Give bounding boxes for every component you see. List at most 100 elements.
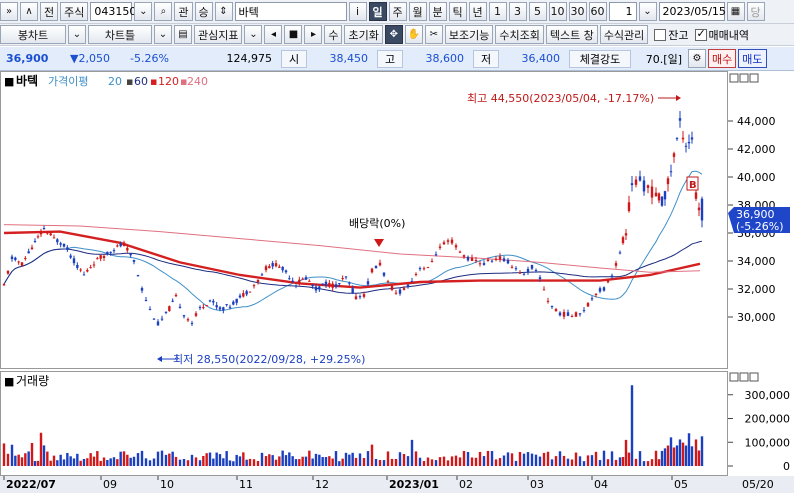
volume-bar [574,452,578,466]
candle-body [248,291,252,293]
vol-pane-close-icon[interactable] [749,372,759,382]
collapse-icon[interactable]: » [0,2,18,21]
stock-type-select[interactable]: 전 [40,2,59,21]
candle-body [586,303,590,307]
chart-frame-button[interactable]: 차트틀 [88,25,152,44]
legend-marker: ■ [4,75,14,88]
candle-body [348,282,351,284]
candle-body [687,141,691,144]
chart-toolbar: 봉차트 ⌄ 차트틀 ⌄ ▤ 관심지표 ⌄ ◂ ■ ▸ 수 초기화 ✥ ✋ ✂ 보… [0,24,794,46]
count-dropdown-icon[interactable]: ⌄ [638,2,657,21]
rise-icon[interactable]: 승 [194,2,213,21]
minute-10-button[interactable]: 10 [548,2,567,21]
period-day-tab[interactable]: 일 [368,2,387,21]
period-minute-tab[interactable]: 분 [428,2,447,21]
info-button[interactable]: i [348,2,367,21]
prev-icon[interactable]: ◂ [264,25,283,44]
reset-button[interactable]: 초기화 [344,25,383,44]
legend-ma20: 20 [108,75,122,88]
pane-maximize-icon[interactable] [729,73,739,83]
value-lookup-button[interactable]: 수치조회 [495,25,544,44]
candle-body [621,237,625,244]
balance-checkbox-box[interactable] [654,28,667,41]
period-year-tab[interactable]: 년 [468,2,487,21]
dropdown-icon[interactable]: ⌄ [134,2,153,21]
candle-body [24,257,27,259]
strength-value: 70.[일] [645,52,682,66]
trade-history-checkbox[interactable]: 매매내역 [694,27,749,43]
manual-button[interactable]: 수 [324,25,343,44]
y-tick-label: 44,000 [737,115,776,128]
volume-bar [86,458,89,466]
candle-body [654,192,658,197]
x-tick-label: 2022/07 [6,478,56,491]
volume-bar [526,452,530,466]
minute-30-button[interactable]: 30 [568,2,587,21]
stock-name-input[interactable]: 바텍 [234,2,347,21]
open-price: 38,450 [329,52,369,65]
low-annotation: 최저 28,550(2022/09/28, +29.25%) [173,353,365,366]
candle-body [190,322,194,324]
balance-checkbox[interactable]: 잔고 [654,27,689,43]
save-icon[interactable]: ▤ [174,25,192,44]
candle-body [646,185,650,188]
period-week-tab[interactable]: 주 [388,2,407,21]
candle-chart-button[interactable]: 봉차트 [0,25,66,44]
indicator-button[interactable]: 관심지표 [194,25,243,44]
y-tick-label: 34,000 [737,255,776,268]
volume-bar [538,456,542,466]
market-select[interactable]: 주식 [60,2,89,21]
volume-bar [148,460,152,466]
volume-bar [630,385,634,466]
buy-button[interactable]: 매수 [708,49,737,68]
volume-bar [212,458,215,466]
settings-gear-icon[interactable]: ⚙ [688,49,706,68]
count-input[interactable]: 1 [608,2,637,21]
period-tick-tab[interactable]: 틱 [448,2,467,21]
formula-manager-button[interactable]: 수식관리 [599,25,649,44]
candle-body [550,306,554,308]
candle-dropdown-icon[interactable]: ⌄ [68,25,86,44]
price-chart[interactable]: ■ 바텍 가격이평 20 ▪ 60 ▪ 120 ▪ 240 44,00042,0… [0,71,794,493]
crosshair-icon[interactable]: ✥ [384,25,403,44]
volume-bar [390,458,394,466]
calendar-icon[interactable]: ▦ [726,2,745,21]
volume-bar [218,454,222,466]
text-window-button[interactable]: 텍스트 창 [545,25,598,44]
search-icon[interactable]: ⌕ [154,2,173,21]
up-arrow-icon[interactable]: ∧ [20,2,38,21]
chart-frame-dropdown-icon[interactable]: ⌄ [154,25,172,44]
minute-1-button[interactable]: 1 [488,2,507,21]
spin-icon[interactable]: ⇕ [214,2,233,21]
candle-body [630,183,634,186]
indicator-dropdown-icon[interactable]: ⌄ [244,25,263,44]
scissors-icon[interactable]: ✂ [424,25,443,44]
hand-icon[interactable]: ✋ [404,25,423,44]
volume-bar [106,459,109,466]
candle-body [422,268,426,270]
vol-pane-maximize-icon[interactable] [729,372,739,382]
candle-body [390,285,394,290]
minute-60-button[interactable]: 60 [588,2,607,21]
y-tick-label: 32,000 [737,283,776,296]
chart-area[interactable]: ■ 바텍 가격이평 20 ▪ 60 ▪ 120 ▪ 240 44,000 42,0… [0,71,794,493]
vol-pane-restore-icon[interactable] [739,372,749,382]
candle-body [694,192,698,199]
code-input[interactable]: 043150 [90,2,136,21]
stop-icon[interactable]: ■ [284,25,303,44]
pane-close-icon[interactable] [749,73,759,83]
pane-restore-icon[interactable] [739,73,749,83]
date-input[interactable]: 2023/05/15 [658,2,726,21]
next-icon[interactable]: ▸ [304,25,323,44]
favorites-button[interactable]: 관 [174,2,193,21]
sell-button[interactable]: 매도 [738,49,767,68]
aux-function-button[interactable]: 보조기능 [444,25,494,44]
minute-5-button[interactable]: 5 [528,2,547,21]
period-month-tab[interactable]: 월 [408,2,427,21]
candle-body [42,228,46,230]
minute-3-button[interactable]: 3 [508,2,527,21]
candle-body [152,318,156,320]
x-tick-label: 04 [594,478,608,491]
today-button[interactable]: 당 [746,2,765,21]
trade-history-checkbox-box[interactable] [694,27,707,41]
